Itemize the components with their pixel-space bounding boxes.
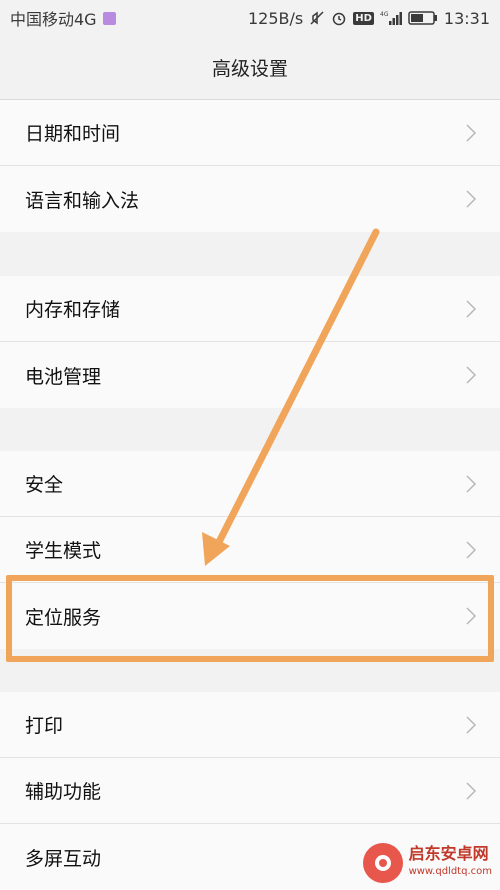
security-item[interactable]: 安全 [0, 451, 500, 517]
status-bar: 中国移动4G 125B/s HD 4G 13:31 [0, 0, 500, 36]
chevron-right-icon [466, 540, 477, 559]
alarm-icon [331, 10, 347, 26]
item-label: 电池管理 [25, 365, 102, 388]
chevron-right-icon [466, 366, 477, 384]
signal-icon: 4G [380, 10, 402, 26]
svg-text:4G: 4G [380, 11, 389, 18]
mute-icon [309, 10, 325, 26]
language-input-item[interactable]: 语言和输入法 [0, 166, 500, 232]
clock: 13:31 [443, 8, 490, 28]
watermark-logo-icon [362, 843, 403, 883]
watermark-name: 启东安卓网 [408, 844, 489, 863]
carrier-label: 中国移动4G [10, 10, 97, 29]
item-label: 学生模式 [25, 540, 102, 562]
location-service-item[interactable]: 定位服务 [0, 583, 500, 649]
item-label: 辅助功能 [25, 781, 102, 803]
chevron-right-icon [466, 715, 477, 734]
item-label: 日期和时间 [25, 123, 121, 145]
settings-group-1: 日期和时间 语言和输入法 [0, 100, 500, 232]
date-time-item[interactable]: 日期和时间 [0, 100, 500, 166]
print-item[interactable]: 打印 [0, 692, 500, 758]
watermark-url: www.qdldtq.com [408, 866, 492, 877]
chevron-right-icon [466, 474, 477, 493]
item-label: 多屏互动 [25, 847, 102, 870]
item-label: 安全 [25, 474, 64, 496]
battery-icon [408, 10, 438, 26]
watermark: 启东安卓网 www.qdldtq.com [362, 843, 492, 883]
item-label: 定位服务 [25, 606, 102, 629]
accessibility-item[interactable]: 辅助功能 [0, 758, 500, 824]
student-mode-item[interactable]: 学生模式 [0, 517, 500, 583]
memory-storage-item[interactable]: 内存和存储 [0, 276, 500, 342]
settings-group-2: 内存和存储 电池管理 [0, 276, 500, 408]
page-title: 高级设置 [211, 58, 288, 80]
hd-icon: HD [353, 11, 374, 25]
gallery-notification-icon [102, 11, 116, 25]
item-label: 打印 [25, 715, 64, 737]
item-label: 内存和存储 [25, 299, 121, 321]
page-header: 高级设置 [0, 36, 500, 100]
item-label: 语言和输入法 [25, 189, 140, 212]
battery-management-item[interactable]: 电池管理 [0, 342, 500, 408]
chevron-right-icon [466, 123, 477, 142]
chevron-right-icon [466, 190, 477, 208]
network-speed: 125B/s [247, 8, 304, 28]
settings-group-3: 安全 学生模式 定位服务 [0, 451, 500, 649]
chevron-right-icon [466, 781, 477, 800]
chevron-right-icon [466, 299, 477, 318]
chevron-right-icon [466, 607, 477, 625]
